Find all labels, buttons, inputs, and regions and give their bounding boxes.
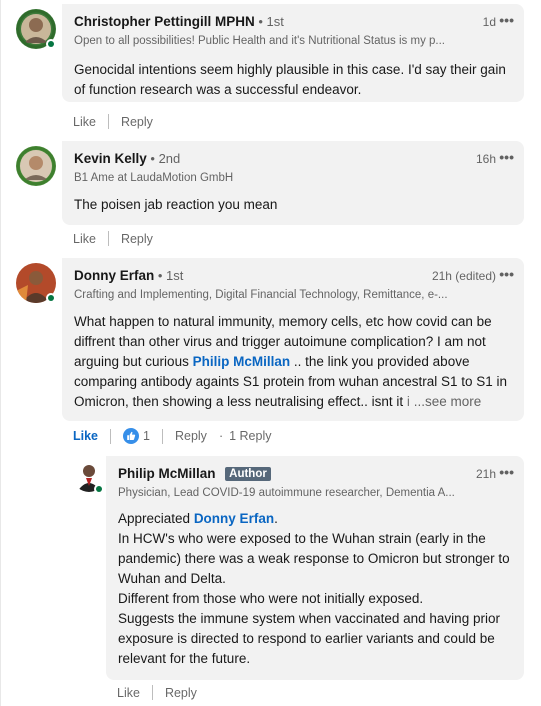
timestamp: 21h (edited) xyxy=(431,269,496,283)
dot-separator: · xyxy=(218,429,224,443)
author-name[interactable]: Kevin Kelly xyxy=(74,151,147,166)
online-status-icon xyxy=(46,39,56,49)
comment-bubble: Kevin Kelly • 2nd B1 Ame at LaudaMotion … xyxy=(62,141,524,225)
reply-line: In HCW's who were exposed to the Wuhan s… xyxy=(118,531,510,586)
comment-actions: Like Reply xyxy=(73,114,153,129)
divider xyxy=(110,428,112,444)
left-border xyxy=(0,0,1,706)
connection-degree: • 1st xyxy=(258,14,284,29)
comment-text: What happen to natural immunity, memory … xyxy=(74,312,520,412)
like-reaction-icon xyxy=(123,428,140,444)
more-options-icon[interactable]: ••• xyxy=(499,149,514,165)
reply-button[interactable]: Reply xyxy=(175,429,207,443)
reply-text: Appreciated Donny Erfan. In HCW's who we… xyxy=(118,509,516,669)
avatar-image-icon xyxy=(16,146,56,186)
see-more-link[interactable]: ...see more xyxy=(414,394,482,409)
comment-actions: Like 1 Reply · 1 Reply xyxy=(73,428,272,444)
more-options-icon[interactable]: ••• xyxy=(499,464,514,480)
like-button[interactable]: Like xyxy=(117,686,140,700)
comment-text-fade: i xyxy=(406,394,410,409)
reply-line: Suggests the immune system when vaccinat… xyxy=(118,611,500,666)
author-headline: B1 Ame at LaudaMotion GmbH xyxy=(74,172,234,184)
divider xyxy=(107,114,109,129)
online-status-icon xyxy=(94,484,104,494)
author-name[interactable]: Donny Erfan xyxy=(74,268,154,283)
reply-line: Different from those who were not initia… xyxy=(118,591,424,606)
timestamp: 1d xyxy=(482,15,496,29)
more-options-icon[interactable]: ••• xyxy=(499,12,514,28)
replies-count-link[interactable]: 1 Reply xyxy=(229,429,271,443)
author-headline: Crafting and Implementing, Digital Finan… xyxy=(74,289,448,301)
comment-bubble: Christopher Pettingill MPHN • 1st Open t… xyxy=(62,4,524,102)
divider xyxy=(151,685,153,700)
like-button[interactable]: Like xyxy=(73,232,96,246)
reply-button[interactable]: Reply xyxy=(121,115,153,129)
author-name[interactable]: Christopher Pettingill MPHN xyxy=(74,14,255,29)
comment-actions: Like Reply xyxy=(73,231,153,246)
author-headline: Open to all possibilities! Public Health… xyxy=(74,35,446,47)
connection-degree: • 1st xyxy=(157,268,184,283)
comment-text: The poisen jab reaction you mean xyxy=(74,197,278,212)
comment-text: Genocidal intentions seem highly plausib… xyxy=(74,62,506,97)
timestamp: 21h xyxy=(475,467,496,481)
reply-button[interactable]: Reply xyxy=(121,232,153,246)
author-headline: Physician, Lead COVID-19 autoimmune rese… xyxy=(118,487,455,499)
connection-degree: • 2nd xyxy=(150,151,181,166)
mention-link[interactable]: Philip McMillan xyxy=(193,354,291,369)
like-button[interactable]: Like xyxy=(73,429,98,443)
author-badge: Author xyxy=(225,467,271,481)
divider xyxy=(107,231,109,246)
reaction-summary[interactable]: 1 xyxy=(123,428,150,444)
divider xyxy=(161,428,163,444)
more-options-icon[interactable]: ••• xyxy=(499,266,514,282)
reply-bubble: Philip McMillan Author Physician, Lead C… xyxy=(106,456,524,680)
reaction-count: 1 xyxy=(143,429,150,443)
avatar[interactable] xyxy=(16,146,56,186)
like-button[interactable]: Like xyxy=(73,115,96,129)
comment-bubble: Donny Erfan • 1st Crafting and Implement… xyxy=(62,258,524,421)
reply-greeting: Appreciated Donny Erfan. xyxy=(118,511,278,526)
online-status-icon xyxy=(46,293,56,303)
author-name[interactable]: Philip McMillan xyxy=(118,466,216,481)
reply-actions: Like Reply xyxy=(117,685,197,700)
mention-link[interactable]: Donny Erfan xyxy=(194,511,274,526)
reply-button[interactable]: Reply xyxy=(165,686,197,700)
timestamp: 16h xyxy=(475,152,496,166)
